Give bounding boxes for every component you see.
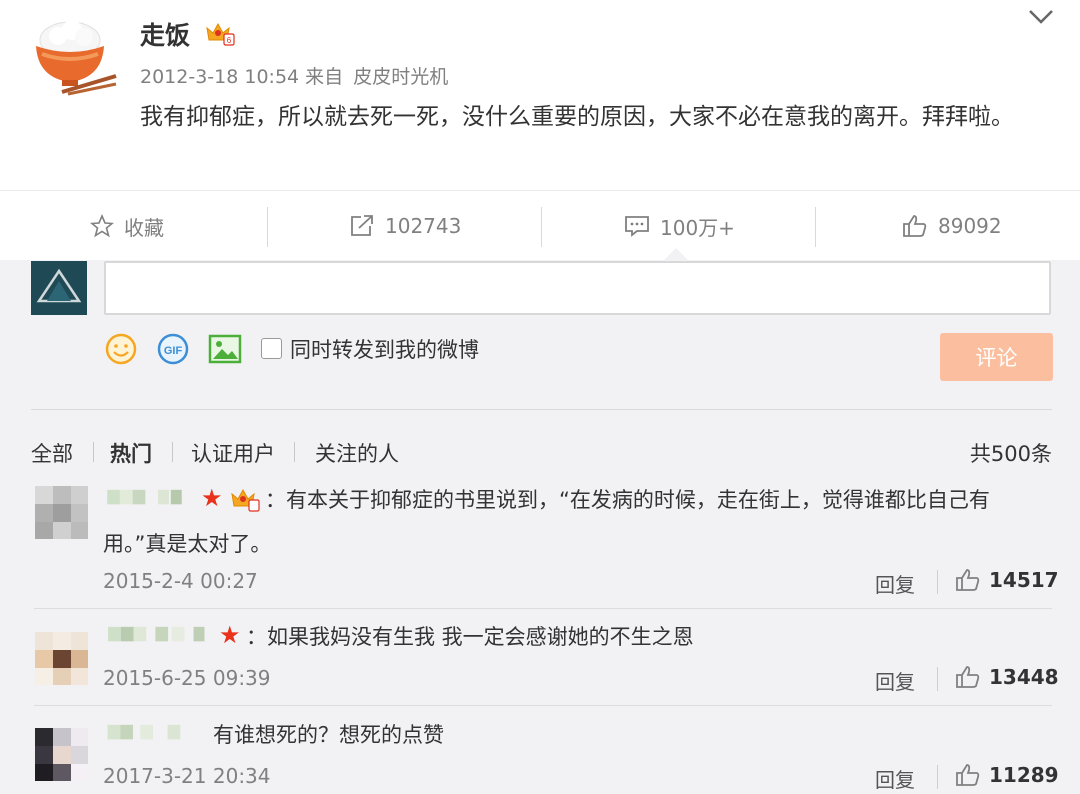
comment-input[interactable] [104, 261, 1051, 315]
comment-icon [625, 216, 649, 237]
chevron-down-icon[interactable] [1028, 8, 1054, 30]
comment-time: 2017-3-21 20:34 [103, 764, 271, 788]
post-time: 2012-3-18 10:54 [140, 66, 300, 88]
favorite-label: 收藏 [124, 215, 164, 240]
comment-divider [34, 608, 1052, 609]
bowl-avatar-icon [36, 20, 117, 96]
post-source[interactable]: 皮皮时光机 [353, 66, 448, 88]
like-count: 89092 [938, 214, 1002, 238]
repost-label[interactable]: 同时转发到我的微博 [290, 334, 479, 364]
repost-checkbox[interactable] [261, 338, 282, 359]
reply-button[interactable]: 回复 [875, 764, 915, 793]
comment-like-button[interactable]: 11289 [955, 763, 1059, 787]
image-icon[interactable] [207, 332, 243, 370]
tab-verified[interactable]: 认证用户 [191, 438, 275, 468]
comment-caret [664, 248, 688, 260]
author-name[interactable]: 走饭 [140, 16, 190, 52]
comment-text: 有谁想死的？想死的点赞 [213, 723, 444, 747]
comment-like-count: 13448 [989, 665, 1059, 689]
comment-like-button[interactable]: 14517 [955, 568, 1059, 592]
comment-time: 2015-6-25 09:39 [103, 666, 271, 690]
like-button[interactable]: 89092 [902, 191, 1002, 261]
thumb-up-icon [956, 666, 980, 688]
commenter-avatar[interactable] [35, 728, 88, 781]
commenter-avatar[interactable] [35, 632, 88, 685]
post-meta: 2012-3-18 10:54 来自 皮皮时光机 [140, 62, 448, 89]
comment-like-count: 11289 [989, 763, 1059, 787]
tab-hot[interactable]: 热门 [110, 438, 152, 468]
my-avatar[interactable] [31, 261, 87, 315]
comment-text: ：如果我妈没有生我 我一定会感谢她的不生之恩 [246, 625, 694, 649]
weibo-post: 走饭 6 2012-3-18 10:54 来自 皮皮时光机 我有抑郁症，所以就去… [0, 0, 1080, 190]
thumb-up-icon [956, 569, 980, 591]
repost-icon [351, 215, 373, 236]
section-divider [31, 409, 1052, 410]
comment-total: 共500条 [969, 442, 1052, 466]
post-action-bar: 收藏 102743 100万+ 89092 [0, 190, 1080, 260]
star-outline-icon [90, 214, 114, 238]
gif-label: GIF [164, 345, 183, 357]
post-source-prefix: 来自 [305, 66, 344, 88]
post-text: 我有抑郁症，所以就去死一死，没什么重要的原因，大家不必在意我的离开。拜拜啦。 [140, 104, 1014, 130]
author-avatar[interactable] [32, 10, 118, 96]
comment-count: 100万+ [660, 215, 735, 240]
svg-text:6: 6 [227, 36, 232, 45]
vip-crown-icon[interactable]: 6 [205, 20, 235, 50]
tab-following[interactable]: 关注的人 [315, 438, 399, 468]
reply-button[interactable]: 回复 [875, 569, 915, 598]
submit-comment-button[interactable]: 评论 [940, 333, 1053, 381]
tab-all[interactable]: 全部 [31, 438, 73, 468]
comment-text: ：有本关于抑郁症的书里说到，“在发病的时候，走在街上，觉得谁都比自己有用。”真是… [103, 488, 990, 556]
reply-button[interactable]: 回复 [875, 666, 915, 695]
gif-icon[interactable]: GIF [156, 332, 190, 370]
repost-button[interactable]: 102743 [349, 191, 461, 261]
smiley-icon[interactable] [104, 332, 138, 370]
comment-like-button[interactable]: 13448 [955, 665, 1059, 689]
favorite-button[interactable]: 收藏 [90, 191, 164, 261]
comment-divider [34, 705, 1052, 706]
thumb-up-icon [956, 764, 980, 786]
comment-like-count: 14517 [989, 568, 1059, 592]
thumb-up-icon [903, 215, 927, 237]
comment-time: 2015-2-4 00:27 [103, 569, 258, 593]
commenter-avatar[interactable] [35, 486, 88, 539]
repost-count: 102743 [385, 214, 462, 238]
